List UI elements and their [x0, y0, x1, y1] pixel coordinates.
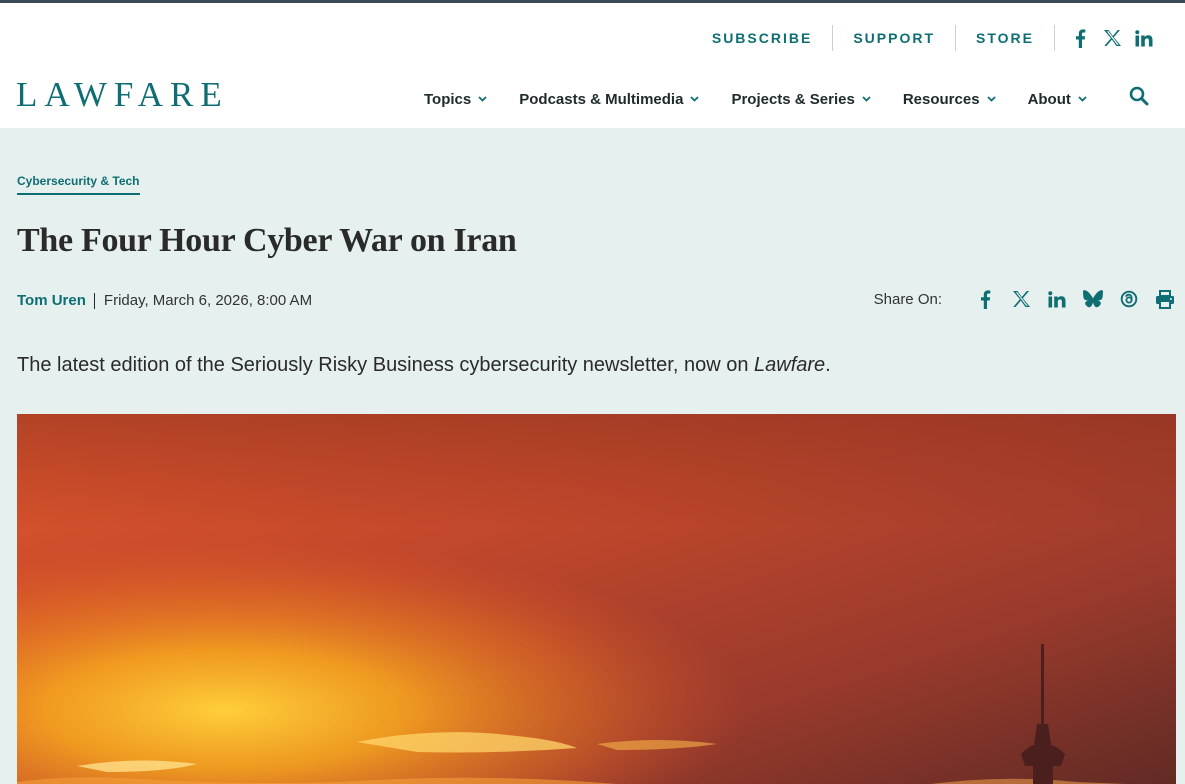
sunset-skyline-image	[17, 414, 1176, 784]
byline: Tom Uren Friday, March 6, 2026, 8:00 AM	[17, 292, 312, 309]
nav-topics[interactable]: Topics	[424, 91, 487, 108]
nav-resources-label: Resources	[902, 90, 980, 108]
hero-image	[17, 414, 1176, 784]
search-icon[interactable]	[1128, 85, 1150, 107]
main-nav: Topics Podcasts & Multimedia Projects & …	[424, 85, 1119, 113]
nav-resources[interactable]: Resources	[903, 91, 996, 108]
nav-projects[interactable]: Projects & Series	[731, 90, 871, 108]
deck-text: The latest edition of the Seriously Risk…	[17, 354, 755, 376]
share-label: Share On:	[873, 290, 942, 308]
support-link[interactable]: SUPPORT	[833, 25, 957, 51]
x-icon[interactable]	[1010, 288, 1032, 310]
chevron-down-icon	[986, 96, 996, 102]
x-icon[interactable]	[1101, 27, 1123, 49]
print-icon[interactable]	[1154, 288, 1176, 310]
nav-podcasts[interactable]: Podcasts & Multimedia	[519, 90, 700, 108]
utility-nav: SUBSCRIBE SUPPORT STORE	[712, 25, 1155, 51]
article-title: The Four Hour Cyber War on Iran	[17, 222, 517, 259]
nav-topics-label: Topics	[424, 90, 472, 108]
share-bar: Share On:	[874, 288, 1176, 310]
nav-about-label: About	[1027, 90, 1071, 108]
publish-date: Friday, March 6, 2026, 8:00 AM	[103, 292, 313, 309]
threads-icon[interactable]	[1118, 288, 1140, 310]
nav-projects-label: Projects & Series	[731, 90, 855, 108]
subscribe-link[interactable]: SUBSCRIBE	[712, 25, 834, 51]
bluesky-icon[interactable]	[1082, 288, 1104, 310]
category-link[interactable]: Cybersecurity & Tech	[17, 174, 140, 195]
deck-italic: Lawfare	[754, 354, 826, 376]
nav-podcasts-label: Podcasts & Multimedia	[519, 90, 684, 108]
linkedin-icon[interactable]	[1046, 288, 1068, 310]
article-deck: The latest edition of the Seriously Risk…	[17, 354, 831, 377]
facebook-icon[interactable]	[1069, 27, 1091, 49]
chevron-down-icon	[1078, 96, 1087, 102]
linkedin-icon[interactable]	[1133, 27, 1155, 49]
nav-about[interactable]: About	[1028, 91, 1087, 108]
header-social-links	[1055, 27, 1155, 49]
chevron-down-icon	[862, 96, 871, 102]
chevron-down-icon	[478, 96, 487, 102]
facebook-icon[interactable]	[974, 288, 996, 310]
store-link[interactable]: STORE	[956, 25, 1055, 51]
author-link[interactable]: Tom Uren	[17, 292, 95, 309]
deck-suffix: .	[825, 354, 831, 376]
site-header: SUBSCRIBE SUPPORT STORE LAWFARE Topics P…	[0, 3, 1185, 128]
chevron-down-icon	[690, 96, 700, 102]
site-logo[interactable]: LAWFARE	[16, 77, 229, 113]
